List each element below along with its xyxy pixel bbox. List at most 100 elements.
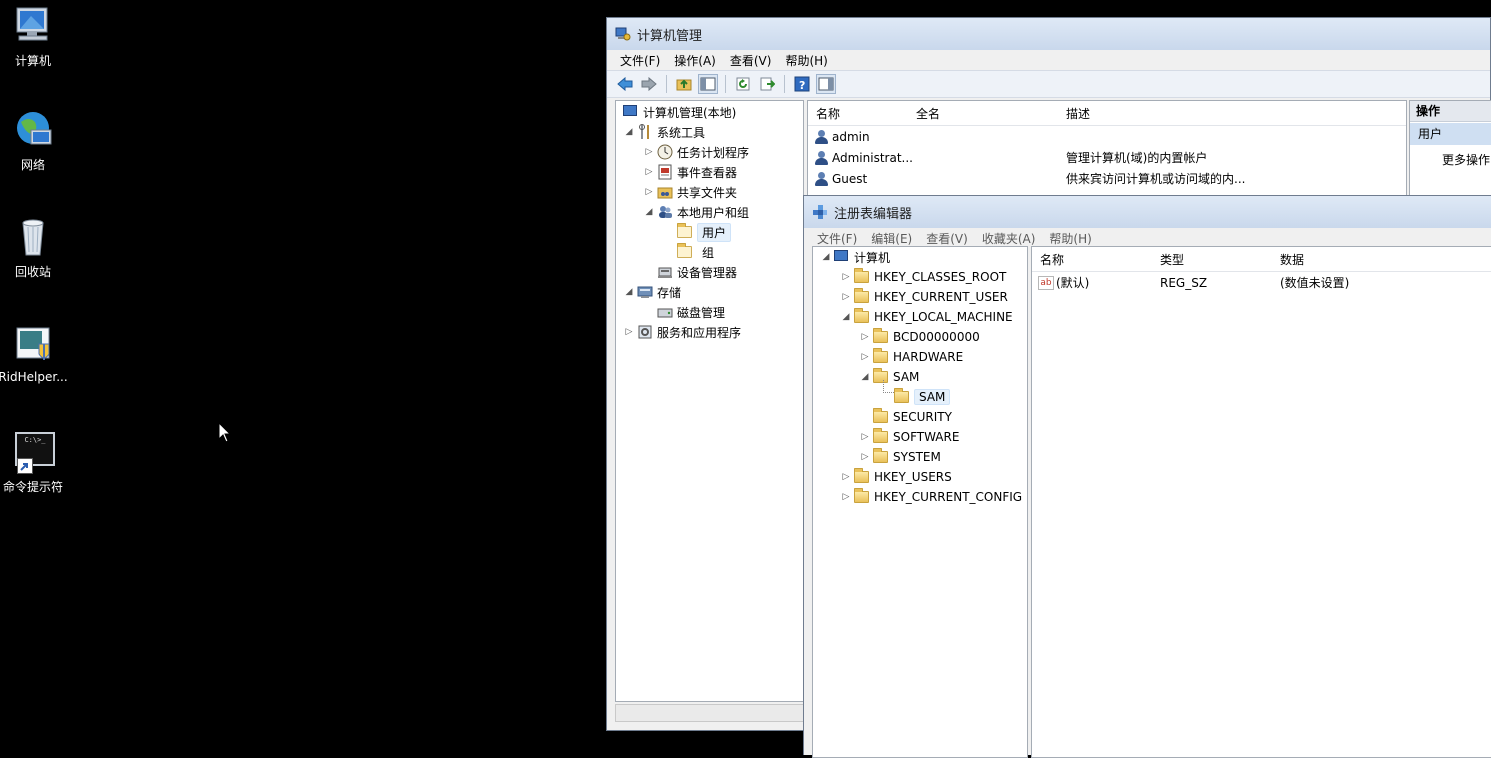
tree-item-bcd[interactable]: ▷ BCD00000000 [860,327,980,347]
folder-icon [873,448,889,465]
tree-label: 事件查看器 [677,165,738,180]
expand-arrow-icon[interactable]: ▷ [841,472,851,482]
tree-item-event-viewer[interactable]: ▷ 事件查看器 [644,162,737,182]
expand-arrow-icon[interactable]: ▷ [644,187,654,197]
horizontal-scrollbar[interactable] [615,704,804,722]
desktop-icon-recycle-bin[interactable]: 回收站 [0,215,68,280]
tree-label: HKEY_CURRENT_USER [874,290,1008,304]
actions-section-users[interactable]: 用户 [1410,123,1491,145]
title-bar[interactable]: 注册表编辑器 [804,196,1491,228]
menu-view[interactable]: 查看(V) [919,230,975,247]
tree-item-local-users-groups[interactable]: ◢ 本地用户和组 [644,202,749,222]
desktop-icon-network[interactable]: 网络 [0,108,68,173]
toolbar-separator [666,75,667,93]
tree-item-hardware[interactable]: ▷ HARDWARE [860,347,963,367]
tree-item-system[interactable]: ▷ SYSTEM [860,447,941,467]
show-hide-tree-button[interactable] [698,74,718,94]
desktop-icon-computer[interactable]: 计算机 [0,4,68,69]
collapse-arrow-icon[interactable]: ◢ [841,312,851,322]
collapse-arrow-icon[interactable]: ◢ [860,372,870,382]
expand-arrow-icon[interactable]: ▷ [644,167,654,177]
table-row[interactable]: Guest 供来宾访问计算机或访问域的内... [814,168,1394,189]
tree-item-hklm[interactable]: ◢ HKEY_LOCAL_MACHINE [841,307,1013,327]
tree-label: HKEY_USERS [874,470,952,484]
column-header-name[interactable]: 名称 [816,105,840,122]
collapse-arrow-icon[interactable]: ◢ [821,252,831,262]
expand-arrow-icon[interactable]: ▷ [860,432,870,442]
menu-file[interactable]: 文件(F) [810,230,864,247]
table-row[interactable]: ab (默认) REG_SZ (数值未设置) [1038,272,1488,293]
column-header-type[interactable]: 类型 [1160,251,1184,268]
user-list-pane[interactable]: 名称 全名 描述 admin Administrat... 管理计算机(域)的内… [807,100,1407,196]
user-name: Administrat... [832,150,913,165]
registry-editor-window[interactable]: 注册表编辑器 文件(F) 编辑(E) 查看(V) 收藏夹(A) 帮助(H) ◢ … [803,195,1491,758]
tree-pane-icon [700,77,716,91]
tree-item-sam-child[interactable]: SAM [891,387,951,407]
expand-arrow-icon[interactable]: ▷ [841,492,851,502]
tree-item-users[interactable]: 用户 [674,222,732,242]
column-header-name[interactable]: 名称 [1040,251,1064,268]
expand-arrow-icon[interactable]: ▷ [841,292,851,302]
tree-item-shared-folders[interactable]: ▷ 共享文件夹 [644,182,737,202]
back-button[interactable] [615,74,635,94]
desktop-icon-cmd[interactable]: C:\>_ 命令提示符 [0,430,68,495]
computer-icon [11,4,55,48]
collapse-arrow-icon[interactable]: ◢ [624,287,634,297]
show-hide-action-pane-button[interactable] [816,74,836,94]
tree-item-computer[interactable]: ◢ 计算机 [821,247,890,267]
tree-label: HKEY_CLASSES_ROOT [874,270,1007,284]
expand-arrow-icon[interactable]: ▷ [860,352,870,362]
list-header: 名称 全名 描述 [808,101,1406,126]
table-row[interactable]: Administrat... 管理计算机(域)的内置帐户 [814,147,1394,168]
folder-open-icon [854,308,870,325]
tree-item-hkcu[interactable]: ▷ HKEY_CURRENT_USER [841,287,1008,307]
expand-arrow-icon[interactable]: ▷ [841,272,851,282]
menu-view[interactable]: 查看(V) [723,52,779,69]
tree-item-task-scheduler[interactable]: ▷ 任务计划程序 [644,142,749,162]
tree-item-device-manager[interactable]: 设备管理器 [654,262,737,282]
expand-arrow-icon[interactable]: ▷ [860,452,870,462]
tree-item-root[interactable]: 计算机管理(本地) [620,102,736,122]
tree-item-groups[interactable]: 组 [674,242,714,262]
menu-help[interactable]: 帮助(H) [1042,230,1098,247]
more-actions-link[interactable]: 更多操作 [1442,151,1490,168]
registry-values-pane[interactable]: 名称 类型 数据 ab (默认) REG_SZ (数值未设置) [1031,246,1491,758]
tree-item-hku[interactable]: ▷ HKEY_USERS [841,467,952,487]
tree-item-system-tools[interactable]: ◢ 系统工具 [624,122,705,142]
title-bar[interactable]: 计算机管理 [607,18,1490,50]
collapse-arrow-icon[interactable]: ◢ [624,127,634,137]
tree-item-software[interactable]: ▷ SOFTWARE [860,427,959,447]
up-folder-button[interactable] [674,74,694,94]
tree-item-services-apps[interactable]: ▷ 服务和应用程序 [624,322,741,342]
forward-button[interactable] [639,74,659,94]
column-header-fullname[interactable]: 全名 [916,105,940,122]
tree-label: 服务和应用程序 [657,325,742,340]
mmc-tree-pane[interactable]: 计算机管理(本地) ◢ 系统工具 ▷ 任务计划程序 ▷ 事件查看器 ▷ 共享文件… [615,100,804,702]
collapse-arrow-icon[interactable]: ◢ [644,207,654,217]
tree-item-security[interactable]: SECURITY [870,407,952,427]
export-list-button[interactable] [757,74,777,94]
refresh-button[interactable] [733,74,753,94]
menu-action[interactable]: 操作(A) [667,52,723,69]
tree-item-hkcr[interactable]: ▷ HKEY_CLASSES_ROOT [841,267,1006,287]
desktop-icon-ridhelper[interactable]: RidHelper... [0,322,68,384]
folder-icon [854,288,870,305]
menu-help[interactable]: 帮助(H) [778,52,834,69]
menu-edit[interactable]: 编辑(E) [864,230,919,247]
expand-arrow-icon[interactable]: ▷ [860,332,870,342]
expand-arrow-icon[interactable]: ▷ [644,147,654,157]
shortcut-arrow-icon [17,458,33,474]
menu-file[interactable]: 文件(F) [613,52,667,69]
table-row[interactable]: admin [814,126,1394,147]
help-button[interactable]: ? [792,74,812,94]
tree-item-storage[interactable]: ◢ 存储 [624,282,681,302]
tree-label: SYSTEM [893,450,941,464]
column-header-data[interactable]: 数据 [1280,251,1304,268]
column-header-description[interactable]: 描述 [1066,105,1090,122]
registry-tree-pane[interactable]: ◢ 计算机 ▷ HKEY_CLASSES_ROOT ▷ HKEY_CURRENT… [812,246,1028,758]
tree-item-disk-management[interactable]: 磁盘管理 [654,302,725,322]
folder-icon [854,488,870,505]
expand-arrow-icon[interactable]: ▷ [624,327,634,337]
tree-item-hkcc[interactable]: ▷ HKEY_CURRENT_CONFIG [841,487,1022,507]
menu-favorites[interactable]: 收藏夹(A) [975,230,1043,247]
